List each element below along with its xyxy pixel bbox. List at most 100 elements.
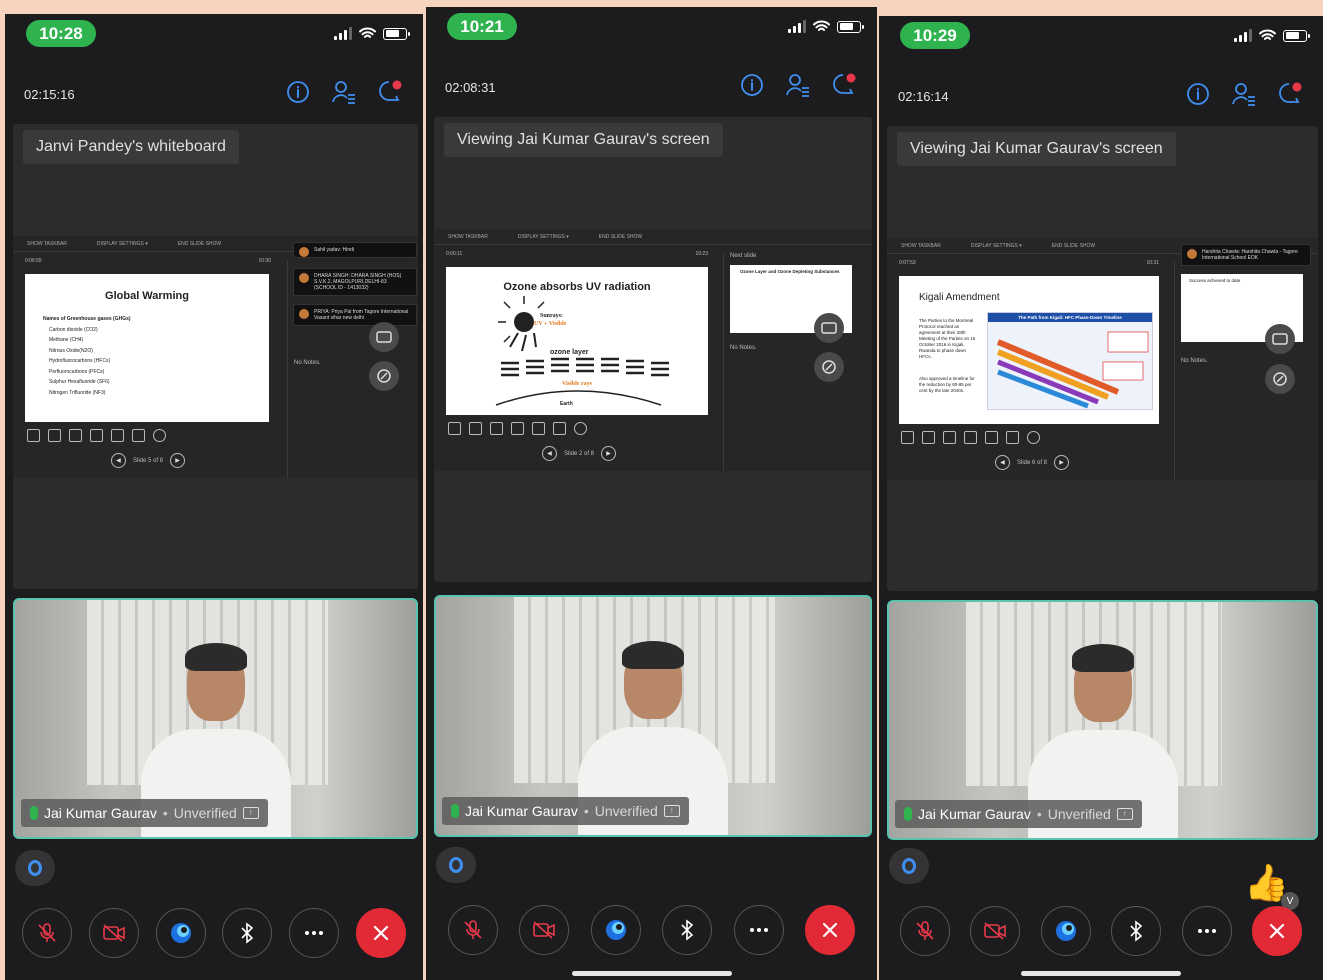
share-label: Janvi Pandey's whiteboard <box>23 130 239 164</box>
pen-icon[interactable] <box>448 422 461 435</box>
subtitles-icon[interactable] <box>111 429 124 442</box>
mute-button[interactable] <box>447 905 498 955</box>
fit-screen-button[interactable] <box>369 322 399 352</box>
security-shield-button[interactable] <box>889 848 929 884</box>
video-tile[interactable]: Jai Kumar Gaurav • Unverified ↑ <box>13 598 418 839</box>
info-icon[interactable] <box>285 78 311 106</box>
webex-assistant-button[interactable] <box>1040 906 1091 956</box>
more-options-button[interactable] <box>1181 906 1232 956</box>
more-icon[interactable] <box>1027 431 1040 444</box>
leave-meeting-button[interactable] <box>805 905 856 955</box>
leave-meeting-button[interactable] <box>1252 906 1303 956</box>
more-options-button[interactable] <box>289 908 340 958</box>
prev-slide-icon[interactable]: ◀ <box>110 453 126 468</box>
video-button[interactable] <box>519 905 570 955</box>
zoom-icon[interactable] <box>490 422 503 435</box>
info-icon[interactable] <box>739 71 765 99</box>
video-button[interactable] <box>88 908 139 958</box>
meeting-screenshot-2: 10:21 02:08:31 Viewing Jai Kumar Gaurav'… <box>426 7 877 980</box>
camera-icon[interactable] <box>132 429 145 442</box>
video-button[interactable] <box>970 906 1021 956</box>
mute-button[interactable] <box>21 908 72 958</box>
slide-timer-row: 0:00:11 10:23 <box>446 251 708 257</box>
subtitles-icon[interactable] <box>532 422 545 435</box>
annotation-tools <box>448 422 587 435</box>
webex-assistant-button[interactable] <box>590 905 641 955</box>
bluetooth-button[interactable] <box>1111 906 1162 956</box>
shared-screen[interactable]: SHOW TASKBAR DISPLAY SETTINGS ▾ END SLID… <box>887 238 1318 480</box>
slides-icon[interactable] <box>48 429 61 442</box>
slide-counter: Slide 2 of 8 <box>563 450 595 457</box>
pointer-icon[interactable] <box>90 429 103 442</box>
slides-icon[interactable] <box>922 431 935 444</box>
slide-bullet: Nitrogen Trifluoride (NF3) <box>49 389 106 396</box>
bluetooth-button[interactable] <box>662 905 713 955</box>
next-slide-icon[interactable]: ▶ <box>170 453 186 468</box>
pointer-icon[interactable] <box>511 422 524 435</box>
participants-icon[interactable] <box>1231 80 1257 108</box>
more-icon <box>305 931 324 935</box>
chat-toast[interactable]: Sahil yadav: Hindi <box>293 242 417 258</box>
slide-bullet: Hydrofluorocarbons (HFCs) <box>49 358 111 364</box>
header-actions <box>739 71 857 99</box>
mic-active-icon <box>451 804 459 818</box>
slide-body-2: Also approved a timeline for the reducti… <box>919 376 975 393</box>
camera-icon[interactable] <box>553 422 566 435</box>
pointer-icon[interactable] <box>964 431 977 444</box>
fit-screen-button[interactable] <box>814 313 844 343</box>
bluetooth-button[interactable] <box>222 908 273 958</box>
slide-navigation: ◀ Slide 5 of 8 ▶ <box>13 453 283 468</box>
share-status-icon: ↑ <box>1116 808 1133 820</box>
separator-dot: • <box>162 805 168 821</box>
meeting-screenshot-3: 10:29 02:16:14 Viewing Jai Kumar Gaurav'… <box>879 16 1323 980</box>
chat-icon[interactable] <box>1277 80 1303 108</box>
video-tile[interactable]: Jai Kumar Gaurav • Unverified ↑ <box>887 600 1318 840</box>
zoom-icon[interactable] <box>943 431 956 444</box>
prev-slide-icon[interactable]: ◀ <box>541 446 557 461</box>
prev-slide-icon[interactable]: ◀ <box>994 455 1010 470</box>
shared-screen[interactable]: SHOW TASKBAR DISPLAY SETTINGS ▾ END SLID… <box>434 229 872 471</box>
battery-icon <box>383 27 410 40</box>
annotate-button[interactable] <box>369 361 399 391</box>
header-actions <box>285 78 403 106</box>
fit-screen-button[interactable] <box>1265 324 1295 354</box>
mute-button[interactable] <box>899 906 950 956</box>
chat-icon[interactable] <box>831 71 857 99</box>
next-slide-icon[interactable]: ▶ <box>1054 455 1070 470</box>
leave-meeting-button[interactable] <box>356 908 407 958</box>
share-status-icon: ↑ <box>242 807 259 819</box>
annotate-button[interactable] <box>814 352 844 382</box>
show-taskbar-label: SHOW TASKBAR <box>901 242 941 249</box>
shield-icon <box>28 860 42 876</box>
slide-bullet: Perfluorocarbons (PFCs) <box>49 368 105 375</box>
notes-text: No Notes. <box>730 345 757 351</box>
camera-icon[interactable] <box>1006 431 1019 444</box>
security-shield-button[interactable] <box>15 850 55 886</box>
participants-icon[interactable] <box>785 71 811 99</box>
more-icon[interactable] <box>153 429 166 442</box>
shared-screen[interactable]: SHOW TASKBAR DISPLAY SETTINGS ▾ END SLID… <box>13 236 418 478</box>
participants-icon[interactable] <box>331 78 357 106</box>
more-options-button[interactable] <box>733 905 784 955</box>
webex-assistant-button[interactable] <box>155 908 206 958</box>
annotate-button[interactable] <box>1265 364 1295 394</box>
next-slide-pane: Next slide Ozone Layer and Ozone Depleti… <box>723 253 872 471</box>
video-tile[interactable]: Jai Kumar Gaurav • Unverified ↑ <box>434 595 872 837</box>
content-share-area: Viewing Jai Kumar Gaurav's screen SHOW T… <box>434 117 872 582</box>
chat-toast[interactable]: DHARA SINGH: DHARA SINGH (HOS) S.V.K.2, … <box>293 268 417 296</box>
share-status-icon: ↑ <box>663 805 680 817</box>
subtitles-icon[interactable] <box>985 431 998 444</box>
slides-icon[interactable] <box>469 422 482 435</box>
zoom-icon[interactable] <box>69 429 82 442</box>
slide-bullet: Sulphur Hexafluoride (SF6) <box>49 379 110 385</box>
next-slide-icon[interactable]: ▶ <box>601 446 617 461</box>
more-icon[interactable] <box>574 422 587 435</box>
chat-toast[interactable]: PRIYA: Priya Pal from Tagore Internation… <box>293 304 417 326</box>
chat-icon[interactable] <box>377 78 403 106</box>
chat-toast[interactable]: Harshita Chawla: Harshita Chawla - Tagor… <box>1181 244 1311 266</box>
security-shield-button[interactable] <box>436 847 476 883</box>
info-icon[interactable] <box>1185 80 1211 108</box>
pen-icon[interactable] <box>901 431 914 444</box>
pen-icon[interactable] <box>27 429 40 442</box>
signal-icon <box>334 27 352 40</box>
